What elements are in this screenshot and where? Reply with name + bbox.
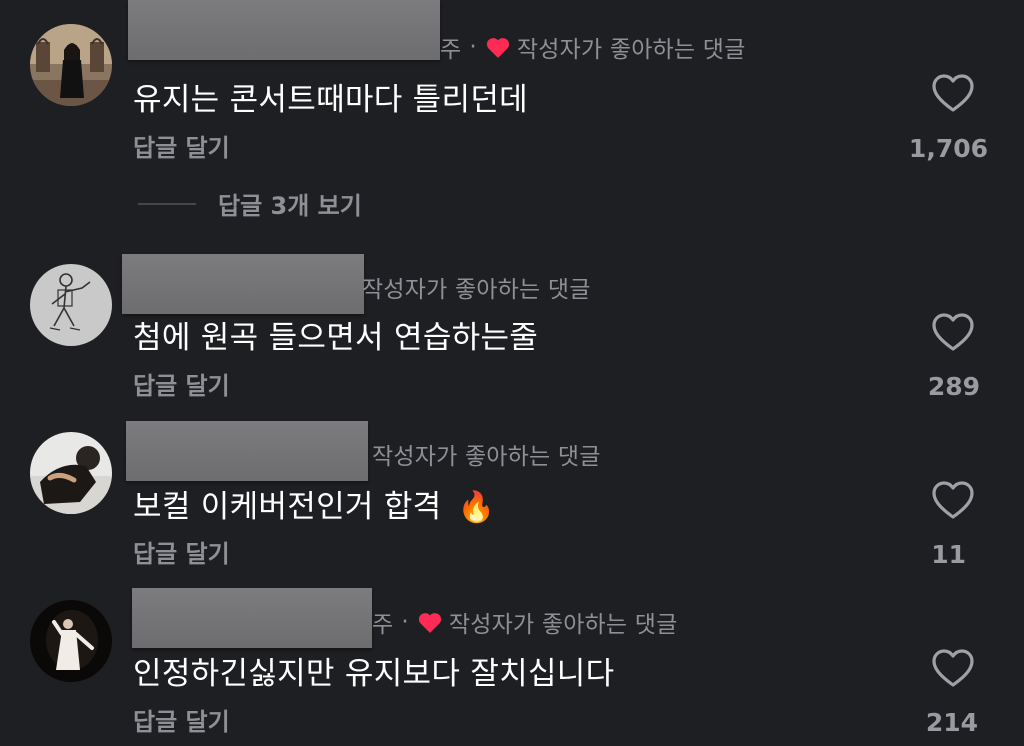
separator-dot: · (401, 609, 409, 635)
comment-text: 인정하긴싫지만 유지보다 잘치십니다 (133, 656, 615, 692)
like-heart-icon[interactable] (931, 74, 975, 114)
redacted-username (122, 254, 364, 314)
creator-liked-heart-icon (486, 38, 509, 58)
creator-liked-heart-icon (418, 613, 441, 633)
comment-text: 보컬 이케버전인거 합격 🔥 (133, 481, 495, 526)
profile-photo-icon (30, 24, 112, 106)
view-replies-button[interactable]: 답글 3개 보기 (138, 186, 362, 221)
like-heart-icon[interactable] (931, 649, 975, 689)
reply-button[interactable]: 답글 달기 (133, 128, 230, 163)
view-replies-label: 답글 3개 보기 (218, 192, 362, 220)
profile-photo-icon (30, 432, 112, 514)
like-count: 1,706 (908, 134, 988, 163)
like-count: 214 (925, 708, 978, 737)
username-fragment: 주 (372, 612, 394, 638)
comment-meta: 주 · 작성자가 좋아하는 댓글 (372, 605, 678, 639)
like-heart-icon[interactable] (931, 313, 975, 353)
comment-meta: 주 · 작성자가 좋아하는 댓글 (440, 30, 746, 64)
comment-meta: 작성자가 좋아하는 댓글 (362, 270, 591, 304)
redacted-username (128, 0, 440, 60)
profile-photo-icon (30, 600, 112, 682)
creator-liked-label: 작성자가 좋아하는 댓글 (448, 612, 678, 638)
avatar[interactable] (30, 432, 112, 514)
separator-dot: · (469, 34, 477, 60)
replies-divider (138, 202, 196, 205)
creator-liked-label: 작성자가 좋아하는 댓글 (516, 37, 746, 63)
fire-emoji-icon: 🔥 (457, 490, 496, 525)
comment-list: 주 · 작성자가 좋아하는 댓글 유지는 콘서트때마다 틀리던데 답글 달기 1… (0, 0, 1024, 746)
comment-text: 첨에 원곡 들으면서 연습하는줄 (133, 320, 539, 356)
comment-text: 유지는 콘서트때마다 틀리던데 (133, 82, 528, 118)
reply-button[interactable]: 답글 달기 (133, 702, 230, 737)
redacted-username (132, 588, 372, 648)
like-count: 11 (931, 540, 966, 569)
like-count: 289 (927, 372, 980, 401)
like-heart-icon[interactable] (931, 481, 975, 521)
avatar[interactable] (30, 24, 112, 106)
avatar[interactable] (30, 264, 112, 346)
creator-liked-label: 작성자가 좋아하는 댓글 (362, 277, 591, 303)
comment-text-content: 보컬 이케버전인거 합격 (133, 489, 442, 525)
creator-liked-label: 작성자가 좋아하는 댓글 (372, 444, 601, 470)
profile-sketch-icon (30, 264, 112, 346)
username-fragment: 주 (440, 37, 462, 63)
reply-button[interactable]: 답글 달기 (133, 366, 230, 401)
comment-meta: 작성자가 좋아하는 댓글 (372, 437, 601, 471)
reply-button[interactable]: 답글 달기 (133, 534, 230, 569)
redacted-username (126, 421, 368, 481)
avatar[interactable] (30, 600, 112, 682)
